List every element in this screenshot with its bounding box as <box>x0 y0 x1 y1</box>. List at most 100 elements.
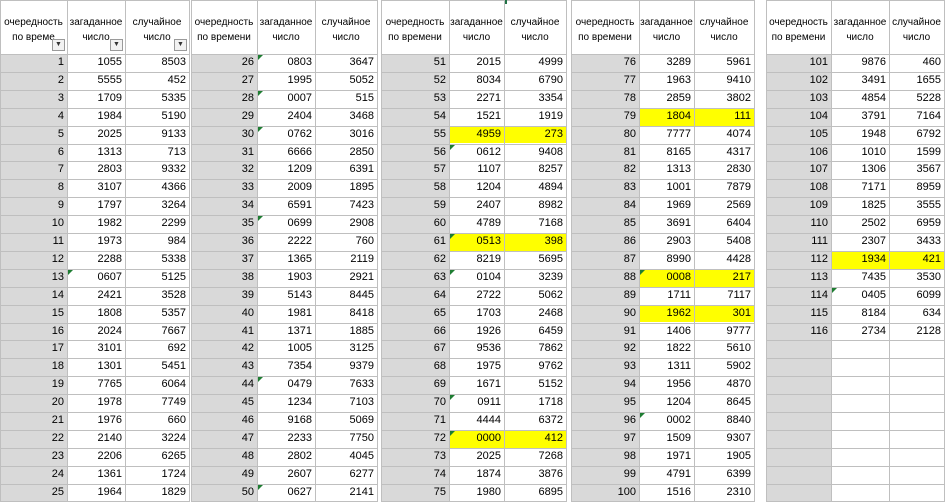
random-number-cell[interactable]: 217 <box>694 268 754 287</box>
guessed-number-cell[interactable]: 1903 <box>257 269 315 287</box>
guessed-number-cell[interactable]: 3491 <box>831 72 889 90</box>
random-number-cell[interactable]: 7103 <box>315 394 377 412</box>
order-cell[interactable]: 31 <box>191 143 257 162</box>
order-cell[interactable]: 41 <box>191 322 257 341</box>
random-number-cell[interactable]: 6391 <box>315 161 377 179</box>
random-number-cell[interactable]: 452 <box>125 72 189 90</box>
filter-dropdown-icon[interactable]: ▼ <box>52 39 65 51</box>
guessed-number-cell[interactable]: 0479 <box>257 376 315 394</box>
guessed-number-cell[interactable]: 9876 <box>831 54 889 72</box>
order-cell[interactable]: 95 <box>571 394 639 412</box>
order-cell[interactable]: 99 <box>571 465 639 484</box>
order-cell[interactable]: 27 <box>191 71 257 90</box>
random-number-cell[interactable]: 6265 <box>125 448 189 466</box>
random-number-cell[interactable]: 5190 <box>125 108 189 126</box>
random-number-cell[interactable]: 2141 <box>315 484 377 502</box>
guessed-number-cell[interactable]: 1313 <box>639 161 694 179</box>
random-number-cell[interactable]: 4074 <box>694 126 754 144</box>
guessed-number-cell[interactable]: 6591 <box>257 197 315 215</box>
random-number-cell[interactable]: 301 <box>694 304 754 323</box>
random-number-cell[interactable]: 6064 <box>125 376 189 394</box>
order-cell[interactable]: 61 <box>381 233 449 251</box>
random-number-cell[interactable]: 8840 <box>694 412 754 430</box>
guessed-number-cell[interactable]: 1822 <box>639 340 694 358</box>
random-number-cell[interactable]: 1829 <box>125 484 189 502</box>
order-cell[interactable]: 28 <box>191 89 257 108</box>
random-number-cell[interactable]: 9762 <box>504 358 566 376</box>
random-number-cell[interactable]: 5152 <box>504 376 566 394</box>
filter-dropdown-icon[interactable]: ▼ <box>110 39 123 51</box>
random-number-cell[interactable]: 634 <box>889 305 944 323</box>
order-cell[interactable]: 18 <box>0 358 67 377</box>
random-number-cell[interactable]: 7749 <box>125 394 189 412</box>
guessed-number-cell[interactable]: 2607 <box>257 466 315 484</box>
random-number-cell[interactable]: 2850 <box>315 144 377 162</box>
order-cell[interactable]: 19 <box>0 376 67 395</box>
order-cell[interactable]: 24 <box>0 465 67 484</box>
random-number-cell[interactable]: 5357 <box>125 305 189 323</box>
guessed-number-cell[interactable]: 1964 <box>67 484 125 502</box>
guessed-number-cell[interactable]: 1956 <box>639 376 694 394</box>
guessed-number-cell[interactable]: 1709 <box>67 90 125 108</box>
guessed-number-cell[interactable]: 4959 <box>449 125 504 144</box>
random-number-cell[interactable]: 1724 <box>125 466 189 484</box>
random-number-cell[interactable]: 398 <box>504 233 566 251</box>
random-number-cell[interactable]: 5335 <box>125 90 189 108</box>
guessed-number-cell[interactable]: 1934 <box>831 250 889 269</box>
guessed-number-cell[interactable]: 1962 <box>639 304 694 323</box>
guessed-number-cell[interactable]: 1365 <box>257 251 315 269</box>
guessed-number-cell[interactable]: 8034 <box>449 72 504 90</box>
guessed-number-cell[interactable]: 0803 <box>257 54 315 72</box>
order-cell[interactable]: 62 <box>381 250 449 269</box>
header-order-by-time[interactable]: очередность по времени <box>191 14 257 54</box>
guessed-number-cell[interactable]: 2734 <box>831 323 889 341</box>
guessed-number-cell[interactable]: 0627 <box>257 484 315 502</box>
guessed-number-cell[interactable]: 4444 <box>449 412 504 430</box>
guessed-number-cell[interactable]: 1671 <box>449 376 504 394</box>
random-number-cell[interactable]: 8645 <box>694 394 754 412</box>
guessed-number-cell[interactable]: 1948 <box>831 126 889 144</box>
guessed-number-cell[interactable]: 1804 <box>639 107 694 126</box>
order-cell[interactable]: 35 <box>191 215 257 233</box>
order-cell[interactable]: 13 <box>0 268 67 287</box>
order-cell[interactable]: 1 <box>0 54 67 72</box>
guessed-number-cell[interactable]: 1874 <box>449 466 504 484</box>
guessed-number-cell[interactable]: 2288 <box>67 251 125 269</box>
guessed-number-cell[interactable]: 8219 <box>449 251 504 269</box>
order-cell[interactable]: 10 <box>0 215 67 233</box>
order-cell[interactable]: 38 <box>191 268 257 287</box>
guessed-number-cell[interactable]: 1209 <box>257 161 315 179</box>
guessed-number-cell[interactable]: 2271 <box>449 90 504 108</box>
order-cell[interactable]: 20 <box>0 394 67 412</box>
guessed-number-cell[interactable]: 3101 <box>67 340 125 358</box>
guessed-number-cell[interactable]: 5555 <box>67 72 125 90</box>
order-cell[interactable]: 21 <box>0 412 67 430</box>
order-cell[interactable]: 68 <box>381 358 449 377</box>
header-guessed-number[interactable]: загаданное число <box>831 14 889 54</box>
order-cell[interactable]: 103 <box>766 89 831 108</box>
order-cell[interactable]: 115 <box>766 304 831 323</box>
guessed-number-cell[interactable]: 2502 <box>831 215 889 233</box>
random-number-cell[interactable]: 5338 <box>125 251 189 269</box>
random-number-cell[interactable]: 2310 <box>694 484 754 502</box>
guessed-number-cell[interactable]: 1361 <box>67 466 125 484</box>
random-number-cell[interactable]: 6399 <box>694 466 754 484</box>
order-cell[interactable]: 53 <box>381 89 449 108</box>
guessed-number-cell[interactable]: 2803 <box>67 161 125 179</box>
random-number-cell[interactable]: 3876 <box>504 466 566 484</box>
order-cell[interactable]: 55 <box>381 125 449 144</box>
guessed-number-cell[interactable]: 1976 <box>67 412 125 430</box>
random-number-cell[interactable]: 7117 <box>694 287 754 305</box>
order-cell[interactable]: 46 <box>191 412 257 430</box>
random-number-cell[interactable]: 9777 <box>694 323 754 341</box>
random-number-cell[interactable]: 1599 <box>889 144 944 162</box>
order-cell[interactable]: 73 <box>381 447 449 466</box>
guessed-number-cell[interactable]: 1978 <box>67 394 125 412</box>
guessed-number-cell[interactable]: 2009 <box>257 179 315 197</box>
order-cell[interactable]: 54 <box>381 107 449 126</box>
order-cell[interactable]: 11 <box>0 233 67 251</box>
guessed-number-cell[interactable]: 2722 <box>449 287 504 305</box>
order-cell[interactable]: 34 <box>191 197 257 216</box>
random-number-cell[interactable]: 460 <box>889 54 944 72</box>
guessed-number-cell[interactable]: 0699 <box>257 215 315 233</box>
